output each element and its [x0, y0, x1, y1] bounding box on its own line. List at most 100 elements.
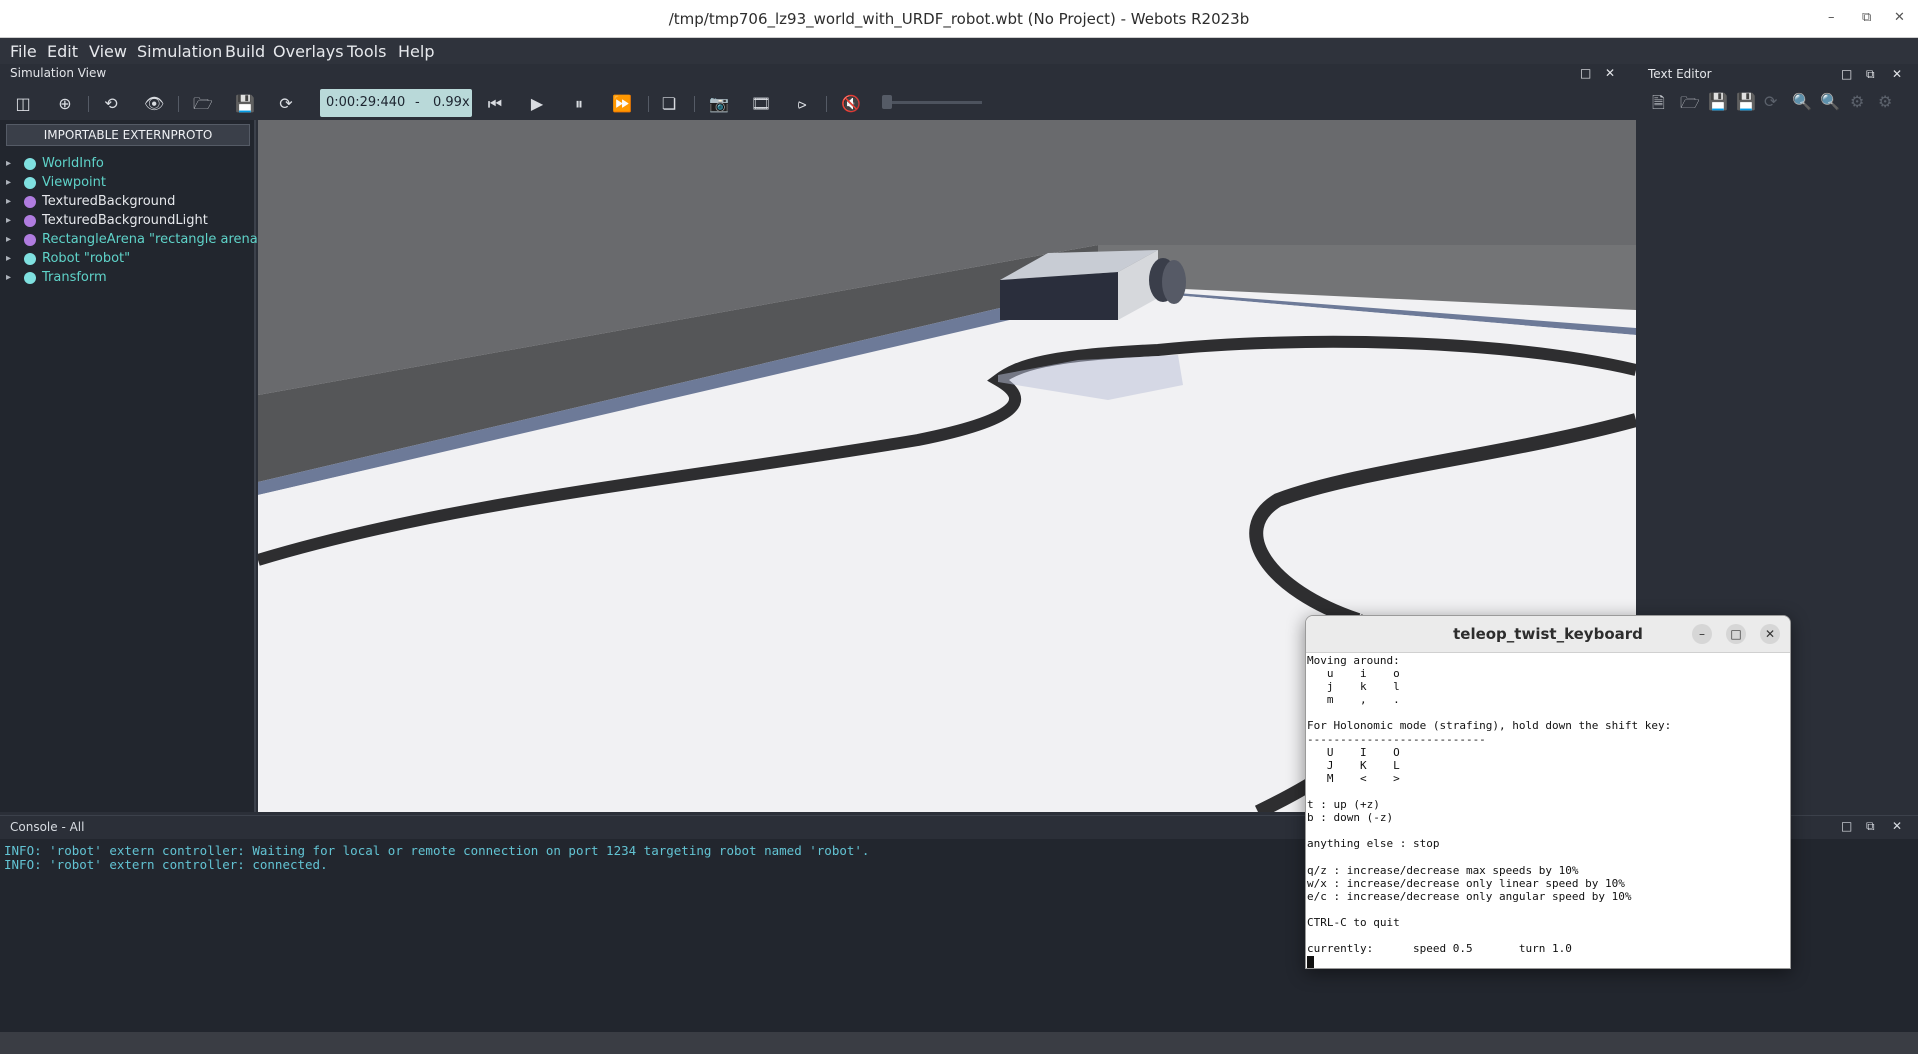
terminal-cursor [1307, 956, 1314, 968]
movie-icon[interactable]: 🎞 [751, 95, 771, 113]
panel-float-icon[interactable]: □ [1580, 63, 1591, 83]
expand-arrow-icon[interactable]: ▸ [6, 154, 16, 173]
menu-help[interactable]: Help [398, 42, 434, 61]
scene-tree-toggle-icon[interactable]: ◫ [14, 95, 32, 113]
build-icon[interactable]: ⚙ [1878, 92, 1892, 111]
terminal-maximize-icon[interactable]: □ [1726, 624, 1746, 644]
status-bar [0, 1032, 1918, 1054]
node-type-icon [24, 158, 36, 170]
minimize-icon[interactable]: – [1828, 10, 1835, 25]
terminal-cursor-line [1307, 955, 1787, 968]
node-type-icon [24, 215, 36, 227]
console-undock-icon[interactable]: ⧉ [1866, 819, 1875, 834]
node-type-icon [24, 253, 36, 265]
expand-arrow-icon[interactable]: ▸ [6, 192, 16, 211]
scene-tree-item-label: Transform [42, 270, 107, 285]
terminal-line: q/z : increase/decrease max speeds by 10… [1307, 863, 1579, 877]
window-titlebar: /tmp/tmp706_lz93_world_with_URDF_robot.w… [0, 0, 1918, 38]
node-type-icon [24, 234, 36, 246]
scene-tree: IMPORTABLE EXTERNPROTO ▸ WorldInfo ▸ Viewpo… [0, 120, 264, 812]
terminal-output[interactable]: Moving around: u i o j k l m , . For Holo… [1307, 654, 1787, 968]
console-line: INFO: 'robot' extern controller: Waiting… [4, 843, 870, 858]
settings-icon[interactable]: ⚙ [1850, 92, 1864, 111]
save-as-icon[interactable]: 💾 [1736, 92, 1756, 111]
editor-close-icon[interactable]: ✕ [1892, 64, 1902, 84]
menu-simulation[interactable]: Simulation [137, 42, 222, 61]
reset-view-icon[interactable]: ⟲ [102, 95, 120, 113]
menu-bar: File Edit View Simulation Build Overlays… [0, 38, 1918, 64]
terminal-window[interactable]: teleop_twist_keyboard – □ ✕ Moving aroun… [1305, 615, 1791, 969]
scene-tree-item-label: WorldInfo [42, 156, 104, 171]
close-icon[interactable]: ✕ [1894, 10, 1905, 25]
terminal-line: For Holonomic mode (strafing), hold down… [1307, 719, 1672, 733]
terminal-line: j k l [1307, 680, 1400, 694]
terminal-line: currently: speed 0.5 turn 1.0 [1307, 942, 1572, 956]
terminal-line: m , . [1307, 693, 1400, 707]
separator [178, 96, 179, 112]
scene-tree-item-label: Robot "robot" [42, 251, 131, 266]
separator [694, 96, 695, 112]
console-float-icon[interactable]: □ [1841, 819, 1852, 833]
menu-view[interactable]: View [89, 42, 127, 61]
rendering-icon[interactable]: ❏ [660, 95, 678, 113]
save-file-icon[interactable]: 💾 [1708, 92, 1728, 111]
find-icon[interactable]: 🔍 [1792, 92, 1812, 111]
scene-tree-item-label: TexturedBackground [42, 194, 176, 209]
screenshot-camera-icon[interactable]: 📷 [709, 95, 729, 113]
scene-tree-item-label: TexturedBackgroundLight [42, 213, 208, 228]
expand-arrow-icon[interactable]: ▸ [6, 268, 16, 287]
console-close-icon[interactable]: ✕ [1892, 819, 1902, 833]
menu-edit[interactable]: Edit [47, 42, 78, 61]
new-file-icon[interactable]: 🗎 [1652, 92, 1665, 119]
step-icon[interactable]: ▶ [528, 95, 546, 113]
open-world-icon[interactable]: 🗁 [193, 95, 213, 113]
terminal-minimize-icon[interactable]: – [1692, 624, 1712, 644]
volume-slider-handle[interactable] [882, 95, 892, 109]
separator [826, 96, 827, 112]
panel-close-icon[interactable]: ✕ [1605, 63, 1615, 83]
reset-simulation-icon[interactable]: ⏮ [486, 95, 504, 113]
share-icon[interactable]: ⪧ [793, 95, 811, 113]
volume-slider-track[interactable] [882, 101, 982, 104]
terminal-line: M < > [1307, 771, 1400, 785]
save-world-icon[interactable]: 💾 [235, 95, 255, 113]
terminal-close-icon[interactable]: ✕ [1760, 624, 1780, 644]
editor-float-icon[interactable]: □ [1841, 64, 1852, 84]
importable-externproto-button[interactable]: IMPORTABLE EXTERNPROTO [6, 124, 250, 146]
menu-file[interactable]: File [10, 42, 37, 61]
revert-icon[interactable]: ⟳ [1764, 92, 1777, 111]
simulation-speed: 0.99x [433, 95, 470, 110]
terminal-line: --------------------------- [1307, 732, 1486, 746]
restore-icon[interactable]: ⧉ [1862, 10, 1871, 25]
reload-world-icon[interactable]: ⟳ [277, 95, 295, 113]
replace-icon[interactable]: 🔍 [1820, 92, 1840, 111]
expand-arrow-icon[interactable]: ▸ [6, 211, 16, 230]
expand-arrow-icon[interactable]: ▸ [6, 173, 16, 192]
mute-speaker-icon[interactable]: 🔇 [841, 95, 861, 113]
open-file-icon[interactable]: 🗁 [1680, 92, 1700, 119]
add-node-icon[interactable]: ⊕ [56, 95, 74, 113]
terminal-line: b : down (-z) [1307, 811, 1394, 825]
simulation-time-display: 0:00:29:440 - 0.99x [320, 89, 472, 117]
terminal-titlebar: teleop_twist_keyboard – □ ✕ [1306, 616, 1790, 653]
menu-tools[interactable]: Tools [347, 42, 386, 61]
editor-undock-icon[interactable]: ⧉ [1866, 64, 1875, 84]
visibility-eye-icon[interactable]: 👁 [144, 95, 164, 113]
menu-overlays[interactable]: Overlays [273, 42, 344, 61]
terminal-line: J K L [1307, 758, 1400, 772]
pause-icon[interactable]: ⏸ [570, 95, 588, 113]
separator [88, 96, 89, 112]
terminal-line: U I O [1307, 745, 1400, 759]
terminal-line: Moving around: [1307, 654, 1400, 667]
menu-build[interactable]: Build [225, 42, 265, 61]
expand-arrow-icon[interactable]: ▸ [6, 249, 16, 268]
fast-forward-icon[interactable]: ⏩ [612, 95, 632, 113]
text-editor-title: Text Editor [1648, 67, 1712, 81]
expand-arrow-icon[interactable]: ▸ [6, 230, 16, 249]
